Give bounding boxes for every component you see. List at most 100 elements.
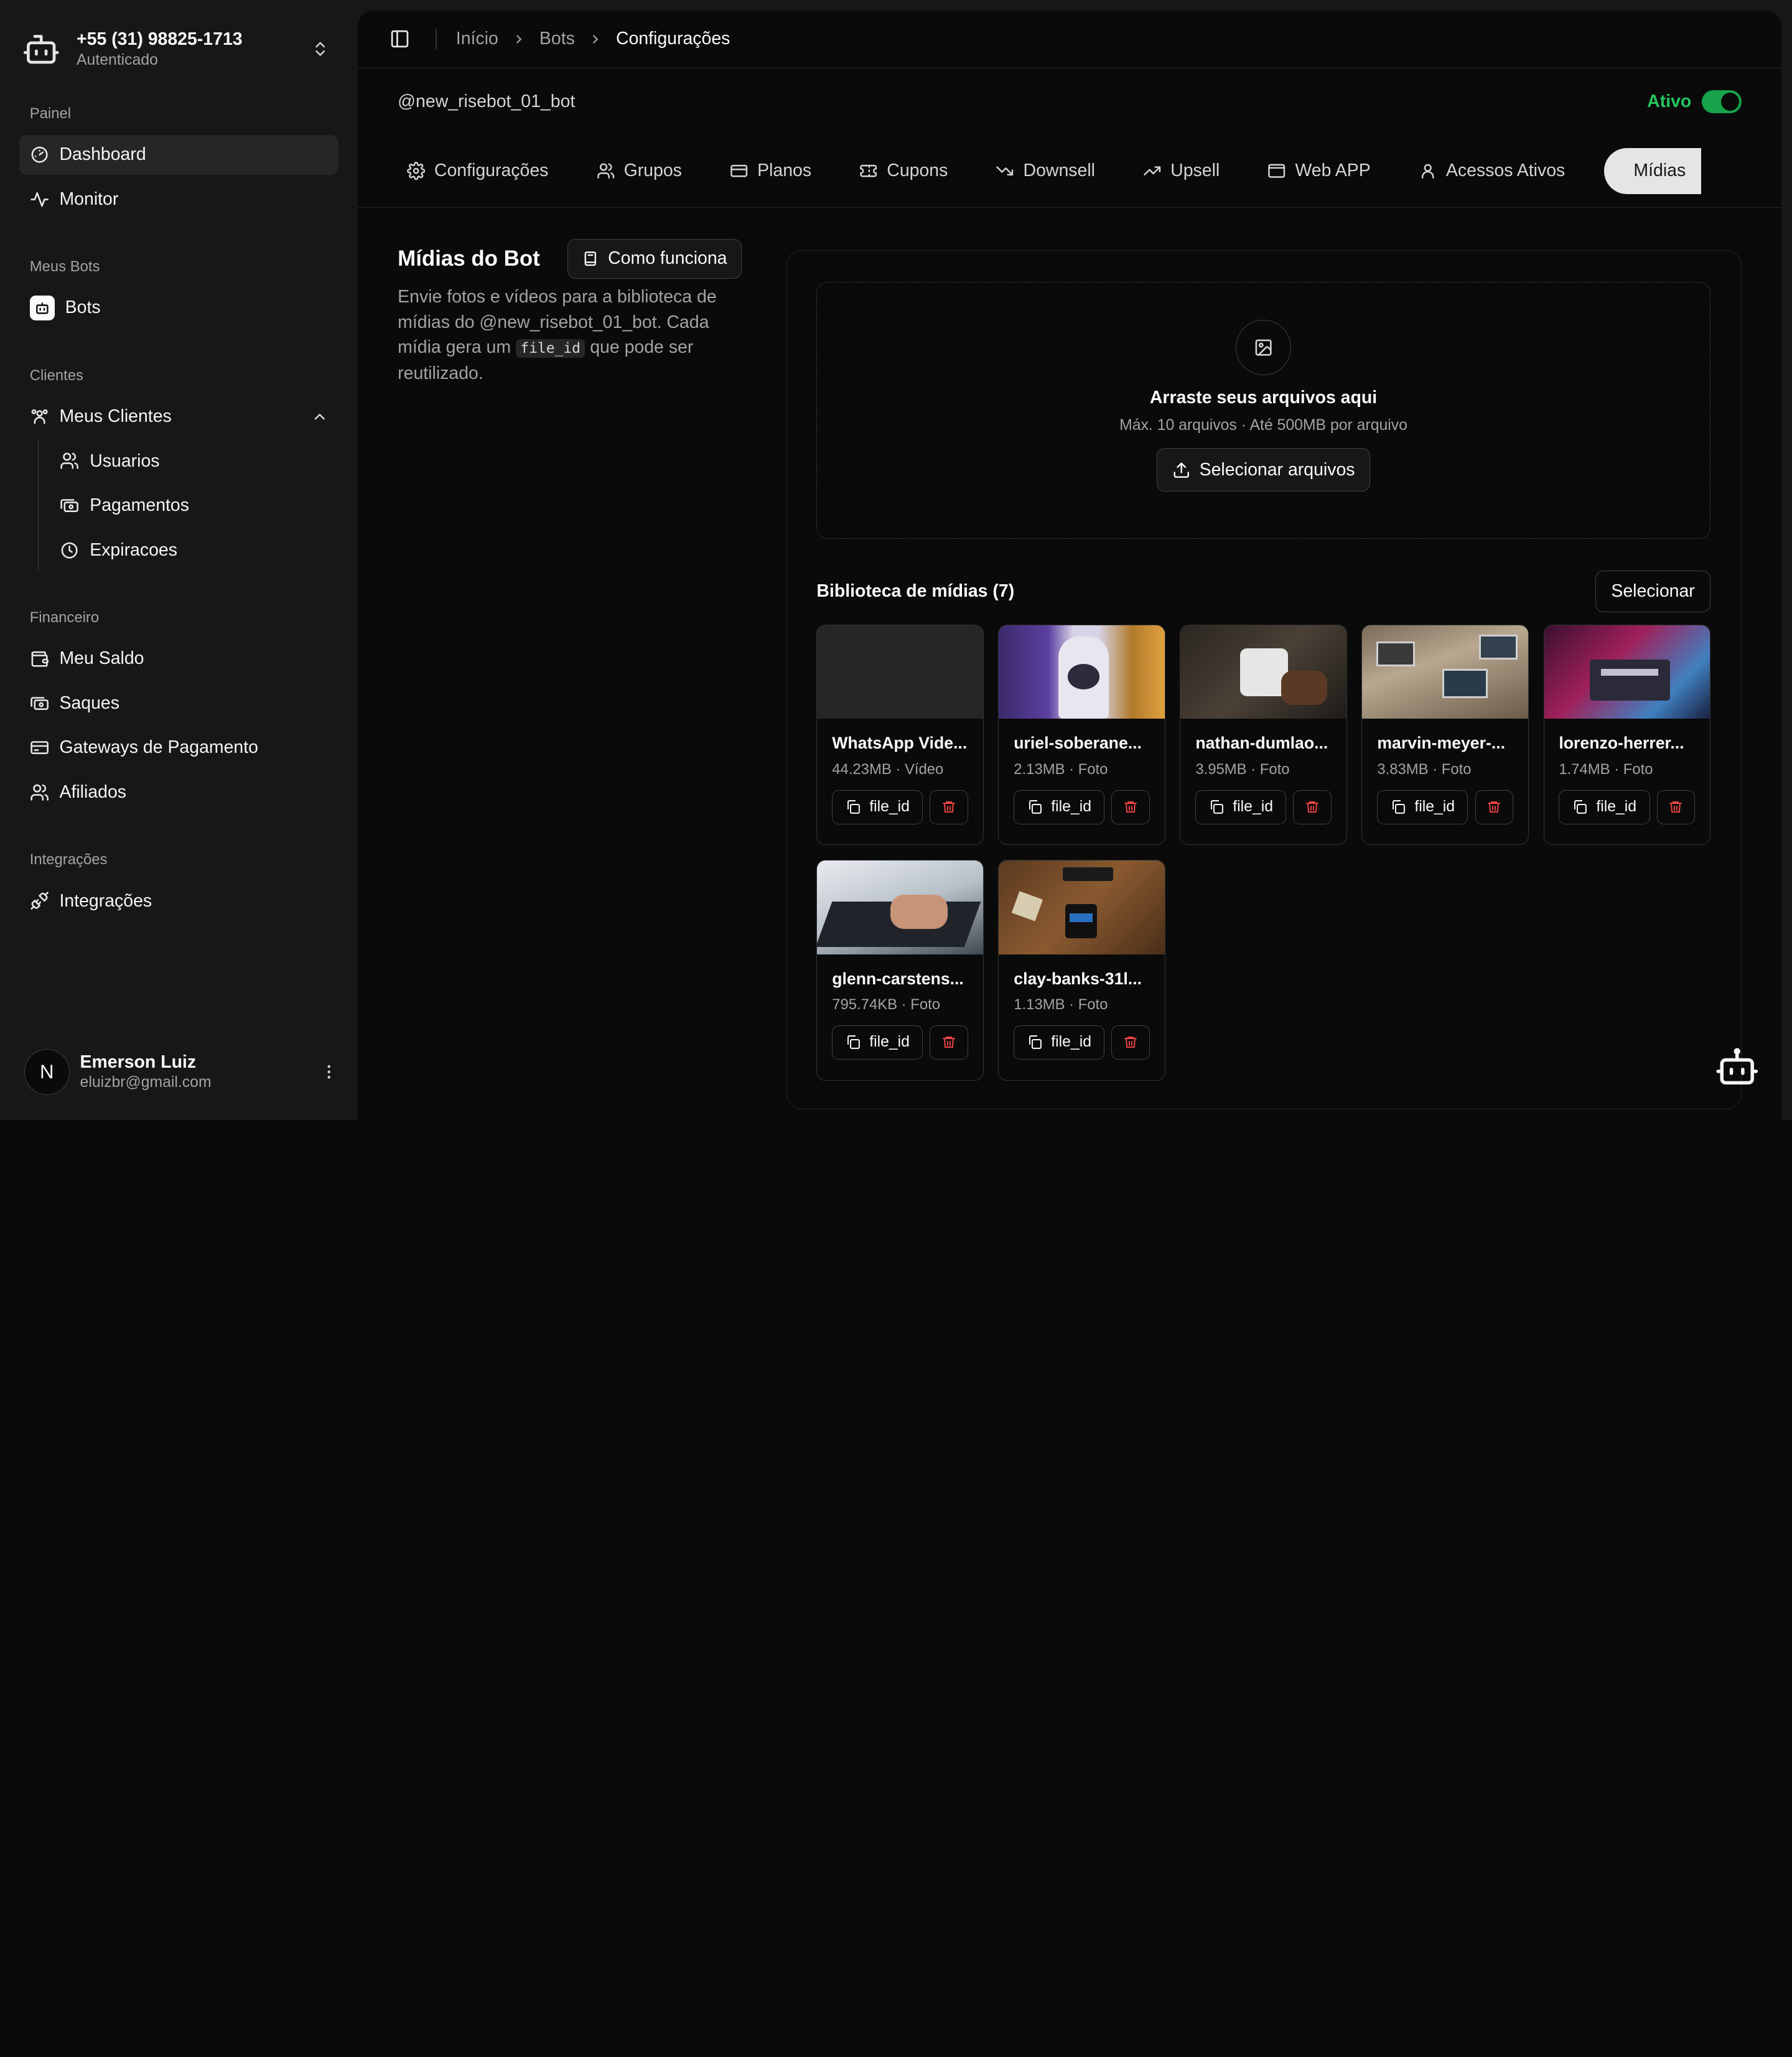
delete-media-button[interactable] bbox=[930, 1025, 968, 1060]
tab-cupons[interactable]: Cupons bbox=[851, 148, 958, 194]
delete-media-button[interactable] bbox=[1111, 790, 1150, 824]
delete-media-button[interactable] bbox=[930, 790, 968, 824]
tab-label: Upsell bbox=[1170, 161, 1220, 181]
users-icon bbox=[60, 452, 79, 470]
page-title: Mídias do Bot bbox=[398, 246, 540, 271]
media-meta: 44.23MB · Vídeo bbox=[832, 761, 944, 778]
sidebar-item-saques[interactable]: Saques bbox=[19, 683, 338, 723]
select-mode-button[interactable]: Selecionar bbox=[1595, 571, 1710, 612]
media-card[interactable]: marvin-meyer-... 3.83MB · Foto file_id bbox=[1361, 624, 1529, 846]
sidebar-item-usuarios[interactable]: Usuarios bbox=[60, 441, 338, 481]
tab-midias[interactable]: Mídias bbox=[1603, 148, 1701, 194]
tab-web-app[interactable]: Web APP bbox=[1259, 148, 1380, 194]
tab-downsell[interactable]: Downsell bbox=[987, 148, 1104, 194]
copy-file-id-button[interactable]: file_id bbox=[1014, 790, 1105, 824]
media-card[interactable]: nathan-dumlao... 3.95MB · Foto file_id bbox=[1180, 624, 1347, 846]
sidebar-item-label: Saques bbox=[59, 693, 119, 713]
sidebar-item-monitor[interactable]: Monitor bbox=[19, 179, 338, 219]
media-card[interactable]: WhatsApp Vide... 44.23MB · Vídeo file_id bbox=[816, 624, 984, 846]
media-card[interactable]: uriel-soberane... 2.13MB · Foto file_id bbox=[998, 624, 1165, 846]
sidebar-item-dashboard[interactable]: Dashboard bbox=[19, 134, 338, 175]
sidebar-item-label: Meu Saldo bbox=[59, 648, 144, 669]
sidebar-item-pagamentos[interactable]: Pagamentos bbox=[60, 485, 338, 525]
media-name: nathan-dumlao... bbox=[1195, 734, 1328, 753]
sidebar-item-afiliados[interactable]: Afiliados bbox=[19, 772, 338, 812]
group-label-integracoes: Integrações bbox=[29, 851, 108, 869]
bot-badge-icon bbox=[29, 295, 55, 321]
account-switcher[interactable]: +55 (31) 98825-1713 Autenticado bbox=[19, 0, 338, 98]
copy-file-id-button[interactable]: file_id bbox=[832, 1025, 923, 1060]
sidebar-item-label: Pagamentos bbox=[90, 495, 189, 516]
section-description: Envie fotos e vídeos para a biblioteca d… bbox=[398, 284, 746, 386]
copy-file-id-button[interactable]: file_id bbox=[1559, 790, 1650, 824]
media-thumbnail bbox=[817, 625, 983, 719]
active-label: Ativo bbox=[1647, 91, 1692, 111]
copy-file-id-button[interactable]: file_id bbox=[1195, 790, 1287, 824]
media-thumbnail bbox=[1180, 625, 1346, 719]
user-name: Emerson Luiz bbox=[80, 1052, 197, 1073]
book-icon bbox=[584, 251, 596, 266]
section-intro: Mídias do Bot Como funciona Envie fotos … bbox=[398, 238, 746, 386]
breadcrumb-inicio[interactable]: Início bbox=[456, 29, 498, 49]
dropzone-title: Arraste seus arquivos aqui bbox=[1149, 387, 1378, 408]
delete-media-button[interactable] bbox=[1475, 790, 1513, 824]
library-title: Biblioteca de mídias (7) bbox=[816, 581, 1015, 602]
trash-icon bbox=[1306, 801, 1319, 813]
trending-down-icon bbox=[996, 166, 1014, 176]
sidebar-item-label: Afiliados bbox=[59, 782, 127, 803]
tab-upsell[interactable]: Upsell bbox=[1134, 148, 1229, 194]
sidebar-item-expiracoes[interactable]: Expiracoes bbox=[60, 530, 338, 570]
divider bbox=[435, 29, 437, 50]
delete-media-button[interactable] bbox=[1293, 790, 1332, 824]
tab-acessos-ativos[interactable]: Acessos Ativos bbox=[1409, 148, 1574, 194]
more-vertical-icon[interactable] bbox=[320, 1063, 338, 1081]
credit-card-icon bbox=[30, 741, 49, 755]
users-group-icon bbox=[31, 409, 48, 424]
copy-icon bbox=[1574, 800, 1587, 814]
media-card[interactable]: lorenzo-herrer... 1.74MB · Foto file_id bbox=[1543, 624, 1710, 846]
ticket-icon bbox=[860, 165, 877, 177]
media-card[interactable]: clay-banks-31l... 1.13MB · Foto file_id bbox=[998, 860, 1165, 1081]
sidebar-toggle-icon[interactable] bbox=[390, 29, 410, 49]
tab-planos[interactable]: Planos bbox=[721, 148, 820, 194]
file-id-label: file_id bbox=[1414, 798, 1455, 816]
file-id-label: file_id bbox=[869, 798, 910, 816]
user-menu[interactable]: N Emerson Luiz eluizbr@gmail.com bbox=[24, 1049, 338, 1095]
how-it-works-button[interactable]: Como funciona bbox=[567, 238, 742, 279]
copy-file-id-button[interactable]: file_id bbox=[1014, 1025, 1105, 1060]
file-id-label: file_id bbox=[1596, 798, 1637, 816]
media-card[interactable]: glenn-carstens... 795.74KB · Foto file_i… bbox=[816, 860, 984, 1081]
upload-icon bbox=[1173, 462, 1189, 478]
copy-file-id-button[interactable]: file_id bbox=[1377, 790, 1468, 824]
select-files-button[interactable]: Selecionar arquivos bbox=[1156, 448, 1371, 492]
media-grid: WhatsApp Vide... 44.23MB · Vídeo file_id bbox=[816, 624, 1710, 1081]
breadcrumb-bots[interactable]: Bots bbox=[539, 29, 575, 49]
banknotes-icon bbox=[30, 696, 49, 710]
upload-dropzone[interactable]: Arraste seus arquivos aqui Máx. 10 arqui… bbox=[816, 281, 1710, 539]
gauge-icon bbox=[31, 146, 48, 163]
active-switch[interactable] bbox=[1701, 90, 1742, 113]
copy-file-id-button[interactable]: file_id bbox=[832, 790, 923, 824]
tab-configuracoes[interactable]: Configurações bbox=[398, 148, 558, 194]
media-thumbnail bbox=[1362, 625, 1528, 719]
sidebar-item-meu-saldo[interactable]: Meu Saldo bbox=[19, 639, 338, 679]
main-panel: Início Bots Configurações @new_risebot_0… bbox=[357, 10, 1782, 1131]
delete-media-button[interactable] bbox=[1656, 790, 1695, 824]
library-header: Biblioteca de mídias (7) Selecionar bbox=[816, 571, 1710, 612]
bot-assistant-icon[interactable] bbox=[1714, 1045, 1760, 1090]
delete-media-button[interactable] bbox=[1111, 1025, 1150, 1060]
sidebar-item-meus-clientes[interactable]: Meus Clientes bbox=[19, 396, 338, 436]
file-id-label: file_id bbox=[1233, 798, 1274, 816]
sidebar-item-gateways[interactable]: Gateways de Pagamento bbox=[19, 728, 338, 768]
bot-active-toggle[interactable]: Ativo bbox=[1647, 90, 1742, 113]
trash-icon bbox=[1488, 801, 1501, 813]
clock-icon bbox=[62, 542, 78, 559]
sidebar-item-integracoes[interactable]: Integrações bbox=[19, 881, 338, 921]
copy-icon bbox=[1392, 800, 1405, 814]
tab-grupos[interactable]: Grupos bbox=[587, 148, 691, 194]
select-files-label: Selecionar arquivos bbox=[1199, 459, 1355, 480]
group-label-meus-bots: Meus Bots bbox=[29, 258, 100, 276]
breadcrumb-current: Configurações bbox=[615, 29, 730, 49]
sidebar-item-bots[interactable]: Bots bbox=[19, 288, 338, 328]
tab-label: Grupos bbox=[623, 161, 682, 181]
